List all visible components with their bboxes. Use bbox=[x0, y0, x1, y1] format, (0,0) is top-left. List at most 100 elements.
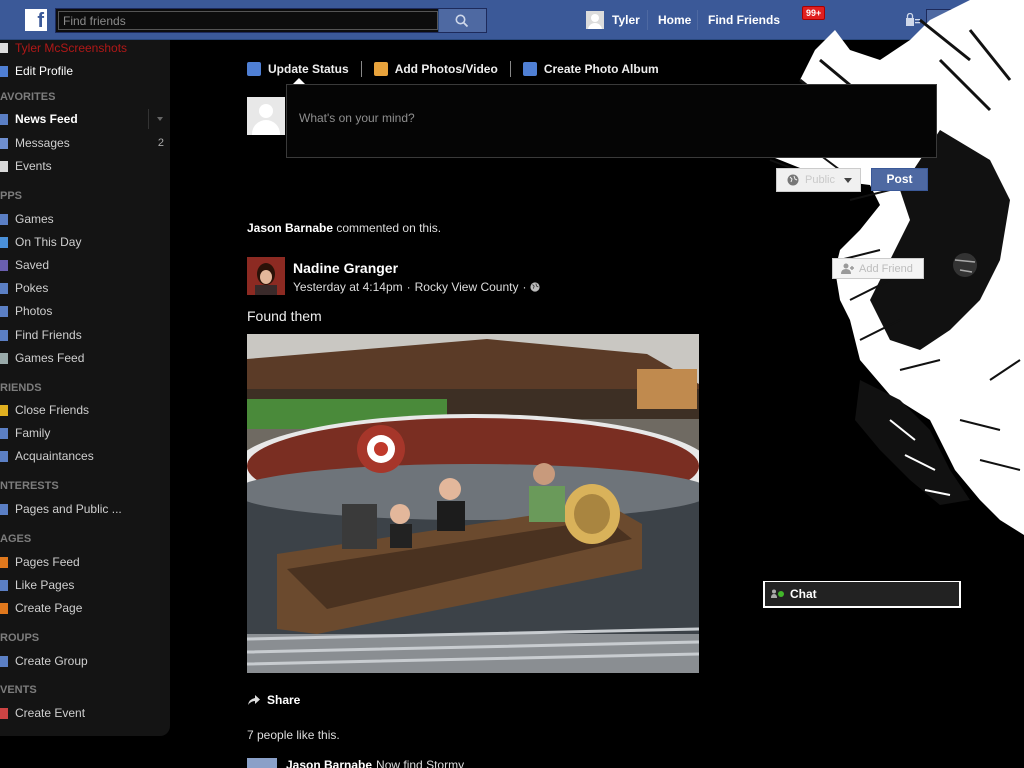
profile-link[interactable] bbox=[586, 10, 604, 30]
create-page-icon bbox=[0, 602, 8, 614]
sidebar-item-messages[interactable]: Messages 2 bbox=[0, 133, 170, 153]
bookmark-icon bbox=[0, 259, 8, 271]
sidebar-item-label: Events bbox=[15, 159, 52, 173]
chat-bar[interactable]: Chat bbox=[763, 581, 961, 608]
post-location-link[interactable]: Rocky View County bbox=[415, 280, 519, 294]
story-activity-line: Jason Barnabe commented on this. bbox=[247, 221, 441, 235]
sidebar-item-create-page[interactable]: Create Page bbox=[0, 598, 170, 618]
acquaintances-icon bbox=[0, 450, 8, 462]
sidebar-item-create-event[interactable]: Create Event bbox=[0, 703, 170, 723]
sidebar-item-label: News Feed bbox=[15, 112, 78, 126]
status-input[interactable]: What's on your mind? bbox=[286, 84, 937, 158]
likes-summary-link[interactable]: 7 people like this. bbox=[247, 728, 340, 742]
poke-icon bbox=[0, 282, 8, 294]
sidebar-item-pages-public[interactable]: Pages and Public ... bbox=[0, 499, 170, 519]
sidebar-item-label: Create Page bbox=[15, 601, 83, 615]
sidebar-item-on-this-day[interactable]: On This Day bbox=[0, 232, 170, 252]
avatar[interactable] bbox=[247, 257, 285, 295]
sidebar-section-favorites: AVORITES bbox=[0, 91, 56, 103]
privacy-label: Public bbox=[805, 174, 835, 186]
post-meta: Yesterday at 4:14pm · Rocky View County … bbox=[293, 280, 541, 294]
sidebar-item-find-friends[interactable]: Find Friends bbox=[0, 325, 170, 345]
activity-actor-link[interactable]: Jason Barnabe bbox=[247, 221, 333, 235]
sidebar-section-apps: PPS bbox=[0, 190, 23, 202]
sidebar-item-like-pages[interactable]: Like Pages bbox=[0, 575, 170, 595]
activity-text: commented on this. bbox=[333, 221, 442, 235]
sidebar-section-groups: ROUPS bbox=[0, 632, 40, 644]
tab-add-photos-video[interactable]: Add Photos/Video bbox=[373, 62, 498, 76]
tab-update-status[interactable]: Update Status bbox=[247, 62, 349, 76]
clock-icon bbox=[0, 236, 8, 248]
find-friends-icon bbox=[0, 329, 8, 341]
tab-label: Update Status bbox=[268, 62, 349, 76]
search-button[interactable] bbox=[438, 9, 486, 32]
sidebar-item-create-group[interactable]: Create Group bbox=[0, 651, 170, 671]
star-icon bbox=[0, 404, 8, 416]
comment-row: Jason Barnabe Now find Stormy bbox=[247, 758, 464, 768]
sidebar-section-interests: NTERESTS bbox=[0, 480, 59, 492]
search-input[interactable] bbox=[58, 11, 438, 30]
facebook-logo-icon[interactable]: f bbox=[25, 9, 47, 32]
pencil-icon bbox=[247, 62, 261, 76]
sidebar-item-photos[interactable]: Photos bbox=[0, 301, 170, 321]
chat-label: Chat bbox=[790, 587, 817, 601]
post-photo[interactable] bbox=[247, 334, 699, 673]
privacy-selector[interactable]: Public bbox=[776, 168, 861, 192]
add-friend-button[interactable]: Add Friend bbox=[832, 258, 924, 279]
comment-author-link[interactable]: Jason Barnabe bbox=[286, 758, 372, 768]
post-button[interactable]: Post bbox=[871, 168, 928, 191]
sidebar-item-label: Family bbox=[15, 426, 51, 440]
divider bbox=[360, 61, 362, 77]
sidebar-item-label: Acquaintances bbox=[15, 449, 94, 463]
pencil-icon bbox=[0, 65, 8, 77]
divider bbox=[697, 10, 698, 30]
status-placeholder: What's on your mind? bbox=[299, 111, 415, 125]
tab-create-photo-album[interactable]: Create Photo Album bbox=[522, 62, 659, 76]
post-timestamp-link[interactable]: Yesterday at 4:14pm bbox=[293, 280, 403, 294]
sidebar-item-label: Saved bbox=[15, 258, 50, 272]
profile-name-link[interactable]: Tyler bbox=[612, 13, 640, 27]
calendar-icon bbox=[0, 160, 8, 172]
avatar bbox=[0, 43, 8, 53]
sidebar-item-edit-profile[interactable]: Edit Profile bbox=[0, 61, 170, 81]
sidebar-item-label: Pages Feed bbox=[15, 555, 80, 569]
photo-album-icon bbox=[522, 62, 537, 76]
sidebar-item-close-friends[interactable]: Close Friends bbox=[0, 400, 170, 420]
divider bbox=[148, 109, 149, 129]
sidebar-profile-name: Tyler McScreenshots bbox=[15, 41, 128, 55]
share-button[interactable]: Share bbox=[247, 693, 300, 707]
sidebar-item-games[interactable]: Games bbox=[0, 209, 170, 229]
create-group-icon bbox=[0, 655, 8, 667]
sidebar-item-pages-feed[interactable]: Pages Feed bbox=[0, 552, 170, 572]
comment-text: Now find Stormy bbox=[376, 758, 465, 768]
profile-photo bbox=[247, 257, 285, 295]
divider bbox=[509, 61, 511, 77]
sidebar-item-label: On This Day bbox=[15, 235, 82, 249]
sidebar-item-acquaintances[interactable]: Acquaintances bbox=[0, 446, 170, 466]
sidebar-item-events[interactable]: Events bbox=[0, 156, 170, 176]
search-icon bbox=[455, 14, 469, 28]
globe-icon[interactable] bbox=[530, 282, 541, 292]
left-sidebar: Tyler McScreenshots Edit Profile AVORITE… bbox=[0, 40, 170, 736]
globe-icon bbox=[787, 174, 799, 186]
games-icon bbox=[0, 213, 8, 225]
sidebar-item-pokes[interactable]: Pokes bbox=[0, 278, 170, 298]
sidebar-item-label: Games Feed bbox=[15, 351, 85, 365]
sidebar-section-pages: AGES bbox=[0, 533, 32, 545]
share-icon bbox=[248, 695, 260, 705]
sidebar-item-label: Create Event bbox=[15, 706, 86, 720]
post-author-link[interactable]: Nadine Granger bbox=[293, 260, 398, 276]
sidebar-item-family[interactable]: Family bbox=[0, 423, 170, 443]
sidebar-profile-link[interactable]: Tyler McScreenshots bbox=[0, 38, 170, 58]
home-link[interactable]: Home bbox=[658, 13, 691, 27]
news-feed-icon bbox=[0, 113, 8, 125]
sidebar-item-saved[interactable]: Saved bbox=[0, 255, 170, 275]
avatar[interactable] bbox=[247, 97, 285, 135]
chevron-down-icon[interactable] bbox=[157, 117, 163, 121]
sidebar-item-news-feed[interactable]: News Feed bbox=[0, 109, 170, 129]
sidebar-item-label: Find Friends bbox=[15, 328, 82, 342]
avatar[interactable] bbox=[247, 758, 277, 768]
sidebar-item-label: Photos bbox=[15, 304, 53, 318]
sidebar-item-games-feed[interactable]: Games Feed bbox=[0, 348, 170, 368]
avatar bbox=[586, 11, 604, 29]
